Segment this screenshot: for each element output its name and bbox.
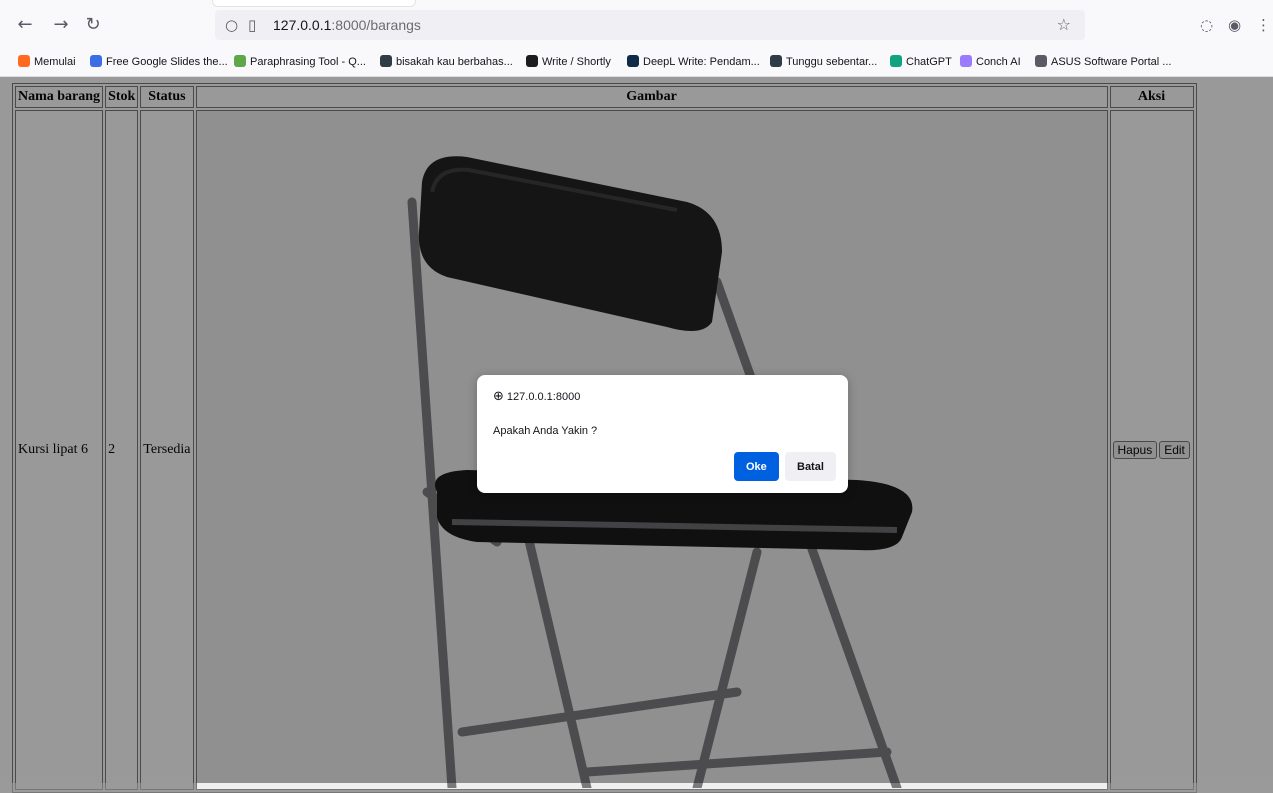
bookmark-item[interactable]: Memulai	[18, 54, 76, 70]
bookmark-label: Paraphrasing Tool - Q...	[250, 56, 366, 68]
reload-icon[interactable]: ↻	[80, 13, 106, 37]
globe-icon: ⊕	[493, 389, 504, 404]
bookmark-label: Conch AI	[976, 56, 1021, 68]
bookmark-item[interactable]: Conch AI	[960, 54, 1021, 70]
slides-icon	[90, 55, 102, 67]
dialog-origin: ⊕ 127.0.0.1:8000	[493, 389, 580, 405]
forward-arrow-icon[interactable]: →	[48, 13, 74, 37]
globe-icon	[1035, 55, 1047, 67]
site-icon	[380, 55, 392, 67]
bookmark-item[interactable]: bisakah kau berbahas...	[380, 54, 513, 70]
url-path: :8000/barangs	[331, 17, 421, 33]
bookmark-label: ASUS Software Portal ...	[1051, 56, 1172, 68]
bookmark-label: bisakah kau berbahas...	[396, 56, 513, 68]
back-arrow-icon[interactable]: ←	[12, 13, 38, 37]
ok-button[interactable]: Oke	[734, 452, 779, 481]
shield-icon[interactable]: ○	[225, 14, 238, 36]
cancel-button[interactable]: Batal	[785, 452, 836, 481]
confirm-dialog: ⊕ 127.0.0.1:8000 Apakah Anda Yakin ? Oke …	[477, 375, 848, 493]
site-icon	[770, 55, 782, 67]
quillbot-icon	[234, 55, 246, 67]
bookmark-item[interactable]: Tunggu sebentar...	[770, 54, 877, 70]
bookmarks-bar: Memulai Free Google Slides the... Paraph…	[0, 48, 1273, 77]
bookmark-label: DeepL Write: Pendam...	[643, 56, 760, 68]
deepl-icon	[627, 55, 639, 67]
url-text[interactable]: 127.0.0.1:8000/barangs	[273, 15, 421, 35]
account-icon[interactable]: ◉	[1228, 14, 1241, 36]
chatgpt-icon	[890, 55, 902, 67]
bookmark-label: Memulai	[34, 56, 76, 68]
bookmark-item[interactable]: ChatGPT	[890, 54, 952, 70]
bookmark-item[interactable]: Paraphrasing Tool - Q...	[234, 54, 366, 70]
bookmark-item[interactable]: Write / Shortly	[526, 54, 611, 70]
bookmark-item[interactable]: Free Google Slides the...	[90, 54, 228, 70]
url-host: 127.0.0.1	[273, 17, 332, 33]
browser-toolbar: ← → ↻ ○ ▯ 127.0.0.1:8000/barangs ☆ ◌ ◉ ⋮	[0, 0, 1273, 48]
bookmark-label: Tunggu sebentar...	[786, 56, 878, 68]
bookmark-label: Write / Shortly	[542, 56, 611, 68]
dialog-message: Apakah Anda Yakin ?	[493, 425, 598, 437]
conch-icon	[960, 55, 972, 67]
extensions-icon[interactable]: ⋮	[1256, 14, 1271, 36]
dialog-origin-text: 127.0.0.1:8000	[506, 391, 581, 403]
page-icon[interactable]: ▯	[248, 14, 256, 36]
url-bar[interactable]: ○ ▯ 127.0.0.1:8000/barangs ☆	[215, 10, 1085, 40]
shortly-icon	[526, 55, 538, 67]
active-tab[interactable]	[212, 0, 416, 7]
bookmark-star-icon[interactable]: ☆	[1057, 14, 1071, 36]
bookmark-label: Free Google Slides the...	[106, 56, 228, 68]
bookmark-label: ChatGPT	[906, 56, 952, 68]
pocket-icon[interactable]: ◌	[1200, 14, 1213, 36]
bookmark-item[interactable]: ASUS Software Portal ...	[1035, 54, 1171, 70]
bookmark-item[interactable]: DeepL Write: Pendam...	[627, 54, 760, 70]
firefox-icon	[18, 55, 30, 67]
